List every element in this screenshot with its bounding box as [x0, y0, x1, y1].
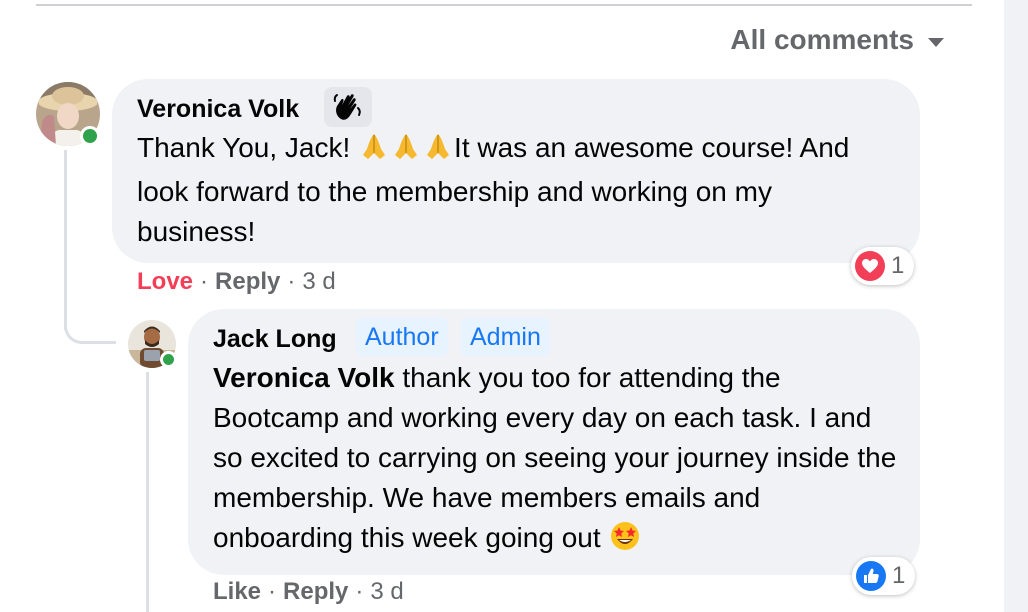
comment-author[interactable]: Veronica Volk	[137, 95, 299, 124]
caret-down-icon	[928, 37, 944, 47]
online-status-dot	[80, 126, 100, 146]
star-struck-emoji	[608, 519, 642, 562]
reply-text: Veronica Volk thank you too for attendin…	[213, 358, 903, 562]
comments-panel: All comments Veronica Volk Thank You, Ja…	[0, 0, 1004, 612]
reaction-count: 1	[891, 252, 905, 279]
separator-dot: ·	[268, 578, 277, 605]
folded-hands-emoji	[358, 131, 390, 172]
divider	[36, 4, 972, 6]
reply-author[interactable]: Jack Long	[213, 325, 337, 354]
separator-dot: ·	[287, 268, 296, 295]
reply-actions: Like · Reply · 3 d	[213, 578, 404, 606]
mention-link[interactable]: Veronica Volk	[213, 362, 395, 393]
thread-curve	[64, 300, 116, 344]
reply-reactions[interactable]: 1	[852, 557, 916, 595]
like-icon	[856, 561, 886, 591]
reply-thread-line	[146, 372, 149, 612]
comment-reactions[interactable]: 1	[851, 247, 915, 285]
love-reaction-button[interactable]: Love	[137, 268, 193, 296]
avatar-jack-long[interactable]	[128, 320, 177, 368]
reply-button[interactable]: Reply	[215, 268, 280, 296]
avatar-veronica-volk[interactable]	[36, 82, 100, 146]
comment-actions: Love · Reply · 3 d	[137, 268, 336, 296]
author-badge[interactable]: Author	[356, 318, 448, 356]
comment-timestamp[interactable]: 3 d	[302, 268, 335, 296]
separator-dot: ·	[355, 578, 364, 605]
all-comments-dropdown[interactable]: All comments	[730, 24, 944, 56]
separator-dot: ·	[200, 268, 209, 295]
folded-hands-emoji	[422, 131, 454, 172]
sort-label: All comments	[730, 24, 914, 55]
waving-hand-icon[interactable]	[324, 87, 372, 127]
reply-button[interactable]: Reply	[283, 578, 348, 606]
admin-badge[interactable]: Admin	[461, 318, 550, 356]
comment-text: Thank You, Jack! It was an awesome cours…	[137, 128, 897, 252]
reaction-count: 1	[892, 562, 906, 589]
folded-hands-emoji	[390, 131, 422, 172]
online-status-dot	[160, 351, 177, 368]
reply-timestamp[interactable]: 3 d	[370, 578, 403, 606]
love-icon	[855, 251, 885, 281]
comment-text-part-1: Thank You, Jack!	[137, 132, 359, 163]
like-button[interactable]: Like	[213, 578, 261, 606]
